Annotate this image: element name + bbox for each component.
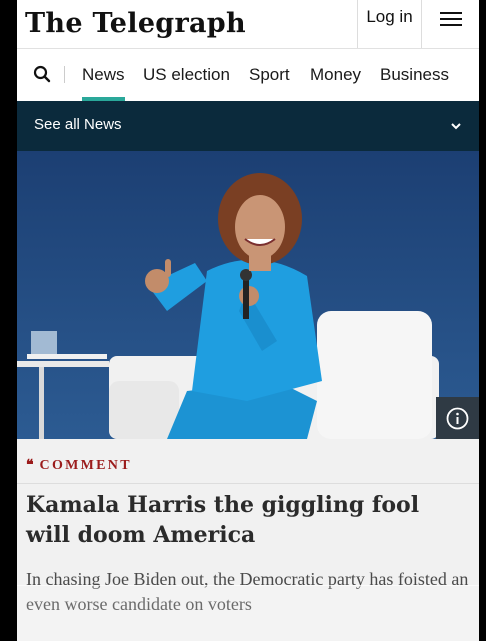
hamburger-icon[interactable] — [422, 0, 479, 48]
nav-separator — [64, 66, 65, 83]
quote-icon: ❝ — [26, 458, 34, 473]
chevron-down-icon — [451, 123, 461, 130]
section-dropdown[interactable]: See all News — [17, 101, 479, 151]
article-kicker: ❝ COMMENT — [26, 457, 132, 474]
kicker-label: COMMENT — [39, 458, 132, 473]
nav-item-us-election[interactable]: US election — [143, 65, 230, 85]
hero-image[interactable] — [17, 151, 479, 439]
info-icon — [446, 407, 469, 430]
info-button[interactable] — [436, 397, 479, 439]
article-teaser[interactable]: ❝ COMMENT Kamala Harris the giggling fool… — [17, 439, 479, 641]
overlay-strip — [17, 585, 479, 641]
nav-item-business[interactable]: Business — [380, 65, 449, 85]
site-header: The Telegraph Log in — [17, 0, 479, 48]
nav-item-sport[interactable]: Sport — [249, 65, 290, 85]
section-dropdown-label: See all News — [34, 116, 122, 133]
browser-viewport: The Telegraph Log in News US election Sp… — [17, 0, 479, 641]
hero-photo — [17, 151, 479, 439]
primary-nav: News US election Sport Money Business — [17, 49, 479, 101]
kicker-divider — [17, 483, 479, 484]
article-headline[interactable]: Kamala Harris the giggling fool will doo… — [26, 490, 466, 550]
nav-item-money[interactable]: Money — [310, 65, 361, 85]
site-logo[interactable]: The Telegraph — [25, 4, 246, 44]
login-button[interactable]: Log in — [357, 0, 422, 48]
search-icon[interactable] — [33, 65, 51, 83]
nav-item-news[interactable]: News — [82, 65, 125, 101]
